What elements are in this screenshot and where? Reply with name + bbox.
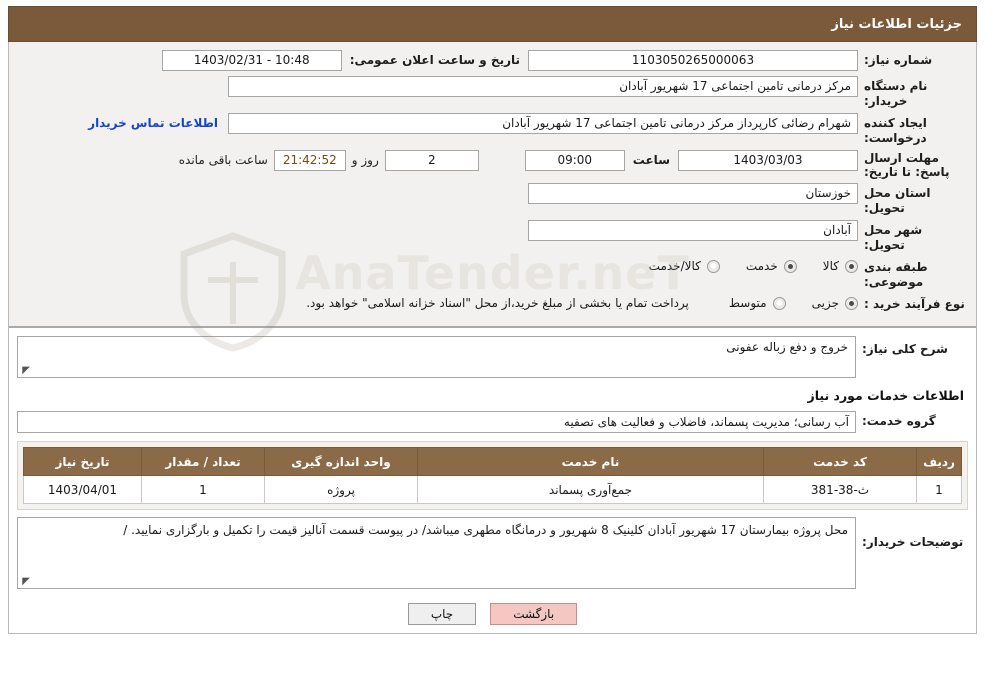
col-need-date: تاریخ نیاز	[23, 447, 142, 476]
col-service-code: کد خدمت	[763, 447, 917, 476]
row-deadline: مهلت ارسال پاسخ: تا تاریخ: 1403/03/03 سا…	[15, 150, 970, 179]
services-table-wrap: ردیف کد خدمت نام خدمت واحد اندازه گیری ت…	[17, 441, 968, 510]
print-button[interactable]: چاپ	[407, 603, 477, 625]
cell-unit: پروژه	[264, 475, 418, 504]
content-frame: شماره نیاز: 1103050265000063 تاریخ و ساع…	[8, 42, 977, 634]
back-button[interactable]: بازگشت	[490, 603, 578, 625]
need-summary-section: شماره نیاز: 1103050265000063 تاریخ و ساع…	[9, 42, 976, 328]
category-label: طبقه بندی موضوعی:	[864, 260, 928, 289]
row-category: طبقه بندی موضوعی: کالا خدمت کالا/خدمت	[15, 257, 970, 290]
page-title: جزئیات اطلاعات نیاز	[831, 16, 962, 32]
cell-quantity: 1	[141, 475, 265, 504]
remaining-suffix-label: ساعت باقی مانده	[178, 153, 268, 167]
buyer-org-label: نام دستگاه خریدار:	[864, 79, 928, 108]
footer-actions: بازگشت چاپ	[9, 593, 976, 633]
category-option-label: خدمت	[745, 259, 778, 273]
category-option-label: کالا	[822, 259, 839, 273]
buyer-notes-textarea[interactable]: محل پروژه بیمارستان 17 شهریور آبادان کلی…	[17, 517, 856, 589]
announce-datetime-value: 10:48 - 1403/02/31	[161, 50, 342, 71]
deadline-time-label: ساعت	[632, 153, 670, 167]
process-option-label: متوسط	[728, 296, 767, 310]
radio-icon[interactable]	[772, 296, 786, 310]
window-titlebar: جزئیات اطلاعات نیاز	[8, 6, 977, 42]
requester-value: شهرام رضائی کارپرداز مرکز درمانی تامین ا…	[228, 113, 858, 134]
need-number-label: شماره نیاز:	[864, 53, 933, 67]
process-radio-group: جزیی متوسط	[703, 294, 858, 310]
summary-textarea[interactable]: خروج و دفع زباله عفونی ◤	[17, 336, 856, 378]
remaining-days-value: 2	[384, 150, 479, 171]
remaining-days-label: روز و	[351, 153, 379, 167]
radio-icon[interactable]	[845, 296, 858, 310]
buyer-org-value: مرکز درمانی تامین اجتماعی 17 شهریور آباد…	[228, 76, 858, 97]
category-radio-group: کالا خدمت کالا/خدمت	[623, 257, 858, 273]
deadline-date-value: 1403/03/03	[678, 150, 858, 171]
resize-handle-icon[interactable]: ◤	[20, 577, 30, 587]
process-option-motevaset[interactable]: متوسط	[729, 296, 786, 310]
process-option-label: جزیی	[811, 296, 839, 310]
row-city: شهر محل تحویل: آبادان	[15, 220, 970, 253]
need-number-value: 1103050265000063	[528, 50, 858, 71]
radio-icon[interactable]	[845, 259, 858, 273]
col-unit: واحد اندازه گیری	[264, 447, 418, 476]
category-option-kala-khedmat[interactable]: کالا/خدمت	[649, 259, 720, 273]
services-table: ردیف کد خدمت نام خدمت واحد اندازه گیری ت…	[23, 447, 962, 504]
category-option-khedmat[interactable]: خدمت	[746, 259, 797, 273]
remaining-clock-value: 21:42:52	[273, 150, 346, 171]
radio-icon[interactable]	[783, 259, 797, 273]
requester-label: ایجاد کننده درخواست:	[864, 116, 927, 145]
radio-icon[interactable]	[706, 259, 720, 273]
buyer-notes-text: محل پروژه بیمارستان 17 شهریور آبادان کلی…	[123, 523, 848, 537]
summary-text: خروج و دفع زباله عفونی	[726, 340, 848, 354]
province-label: استان محل تحویل:	[864, 186, 931, 215]
cell-radif: 1	[916, 475, 962, 504]
col-service-name: نام خدمت	[417, 447, 764, 476]
cell-need-date: 1403/04/01	[23, 475, 142, 504]
row-requester: ایجاد کننده درخواست: شهرام رضائی کارپردا…	[15, 113, 970, 146]
city-value: آبادان	[528, 220, 858, 241]
table-row: 1 ث-38-381 جمع‌آوری پسماند پروژه 1 1403/…	[23, 475, 962, 504]
process-note: پرداخت تمام یا بخشی از مبلغ خرید،از محل …	[306, 296, 689, 310]
process-option-jozi[interactable]: جزیی	[812, 296, 858, 310]
col-quantity: تعداد / مقدار	[141, 447, 265, 476]
process-type-label: نوع فرآیند خرید :	[864, 297, 965, 311]
row-province: استان محل تحویل: خوزستان	[15, 183, 970, 216]
page-root: جزئیات اطلاعات نیاز شماره نیاز: 11030502…	[0, 0, 985, 691]
city-label: شهر محل تحویل:	[864, 223, 923, 252]
services-section-heading: اطلاعات خدمات مورد نیاز	[807, 388, 965, 403]
row-need-number: شماره نیاز: 1103050265000063 تاریخ و ساع…	[15, 50, 970, 72]
category-option-kala[interactable]: کالا	[823, 259, 858, 273]
cell-service-code: ث-38-381	[763, 475, 917, 504]
category-option-label: کالا/خدمت	[648, 259, 701, 273]
buyer-contact-link[interactable]: اطلاعات تماس خریدار	[78, 113, 228, 130]
province-value: خوزستان	[528, 183, 858, 204]
summary-label: شرح کلی نیاز:	[862, 342, 948, 356]
service-group-label: گروه خدمت:	[862, 414, 936, 428]
col-radif: ردیف	[916, 447, 962, 476]
row-buyer-org: نام دستگاه خریدار: مرکز درمانی تامین اجت…	[15, 76, 970, 109]
row-process-type: نوع فرآیند خرید : جزیی متوسط پرداخت تمام…	[15, 294, 970, 316]
need-details-section: شرح کلی نیاز: خروج و دفع زباله عفونی ◤ ا…	[9, 328, 976, 593]
service-group-value: آب رسانی؛ مدیریت پسماند، فاضلاب و فعالیت…	[17, 411, 856, 433]
deadline-label: مهلت ارسال پاسخ: تا تاریخ:	[864, 151, 950, 179]
announce-datetime-label: تاریخ و ساعت اعلان عمومی:	[349, 53, 520, 67]
deadline-time-value: 09:00	[524, 150, 625, 171]
resize-handle-icon[interactable]: ◤	[20, 366, 30, 376]
table-header-row: ردیف کد خدمت نام خدمت واحد اندازه گیری ت…	[23, 447, 962, 476]
buyer-notes-label: توضیحات خریدار:	[862, 535, 964, 549]
cell-service-name: جمع‌آوری پسماند	[417, 475, 764, 504]
